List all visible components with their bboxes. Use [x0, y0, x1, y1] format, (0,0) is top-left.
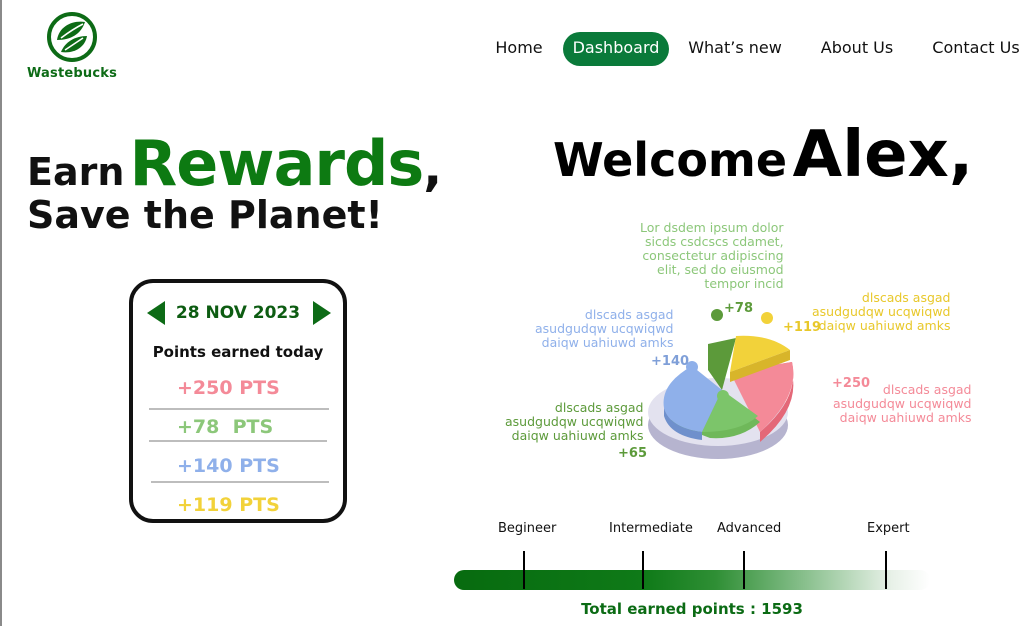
annotation-line: daiqw uahiuwd amks [818, 318, 951, 333]
hero-subheadline: Save the Planet! [27, 193, 383, 237]
marker-darkgreen [711, 309, 723, 321]
main-nav: Home Dashboard What’s new About Us Conta… [0, 32, 1029, 66]
annotation-line: tempor incid [704, 276, 784, 291]
annotation-yellow: dlscads asgad asudgudqw ucqwiqwd daiqw u… [812, 291, 950, 333]
divider [149, 440, 327, 442]
level-tick-advanced [743, 551, 745, 589]
level-tick-beginner [523, 551, 525, 589]
annotation-line: asudgudqw ucqwiqwd [535, 321, 674, 336]
annotation-line: consectetur adipiscing [642, 248, 784, 263]
nav-whats-new[interactable]: What’s new [684, 32, 786, 66]
level-tick-intermediate [642, 551, 644, 589]
total-points: Total earned points : 1593 [581, 600, 803, 618]
level-intermediate: Intermediate [609, 521, 693, 536]
date-selector: 28 NOV 2023 [133, 297, 343, 327]
annotation-line: daiqw uahiuwd amks [511, 428, 644, 443]
welcome-heading: Welcome Alex, [553, 118, 973, 192]
left-border [0, 0, 2, 626]
annotation-line: Lor dsdem ipsum dolor [640, 220, 784, 235]
points-entry-blue: +140 PTS [177, 455, 280, 477]
slice-value-blue: +140 [651, 354, 690, 369]
annotation-line: elit, sed do eiusmod [657, 262, 784, 277]
marker-green [717, 390, 729, 402]
slice-value-yellow: +119 [783, 320, 822, 335]
marker-yellow [761, 312, 773, 324]
hero-comma: , [423, 139, 443, 197]
arrow-right-icon[interactable] [313, 301, 331, 325]
annotation-line: daiqw uahiuwd amks [839, 410, 972, 425]
annotation-line: asudgudqw ucqwiqwd [505, 414, 644, 429]
annotation-line: sicds csdcscs cdamet, [645, 234, 784, 249]
points-entry-pink: +250 PTS [177, 377, 280, 399]
hero-rewards: Rewards [129, 127, 425, 200]
points-entry-green: +78 PTS [177, 416, 274, 438]
welcome-user-name: Alex, [792, 118, 974, 192]
slice-value-darkgreen: +78 [724, 301, 753, 316]
level-beginner: Begineer [498, 521, 557, 536]
annotation-line: dlscads asgad [861, 290, 951, 305]
annotation-blue: dlscads asgad asudgudqw ucqwiqwd daiqw u… [535, 308, 673, 350]
nav-about-us[interactable]: About Us [814, 32, 900, 66]
nav-contact-us[interactable]: Contact Us [928, 32, 1024, 66]
nav-dashboard[interactable]: Dashboard [563, 32, 669, 66]
divider [149, 408, 329, 410]
annotation-line: dlscads asgad [554, 400, 644, 415]
slice-value-pink: +250 [832, 376, 871, 391]
nav-home[interactable]: Home [490, 32, 548, 66]
annotation-line: asudgudqw ucqwiqwd [812, 304, 951, 319]
annotation-line: daiqw uahiuwd amks [541, 335, 674, 350]
annotation-line: asudgudqw ucqwiqwd [833, 396, 972, 411]
annotation-top: Lor dsdem ipsum dolor sicds csdcscs cdam… [640, 221, 784, 291]
points-entry-yellow: +119 PTS [177, 494, 280, 516]
level-advanced: Advanced [717, 521, 782, 536]
welcome-greeting: Welcome [553, 133, 788, 187]
level-expert: Expert [867, 521, 910, 536]
divider [151, 481, 329, 483]
progress-bar [454, 570, 930, 590]
hero-headline: Earn Rewards, [27, 127, 442, 200]
date-label: 28 NOV 2023 [175, 303, 301, 323]
level-tick-expert [885, 551, 887, 589]
hero-earn: Earn [27, 150, 125, 194]
points-card: 28 NOV 2023 Points earned today +250 PTS… [129, 279, 347, 523]
annotation-green: dlscads asgad asudgudqw ucqwiqwd daiqw u… [505, 401, 643, 443]
slice-value-green: +65 [618, 446, 647, 461]
annotation-line: dlscads asgad [584, 307, 674, 322]
points-card-title: Points earned today [152, 343, 324, 361]
brand-name: Wastebucks [26, 66, 118, 81]
